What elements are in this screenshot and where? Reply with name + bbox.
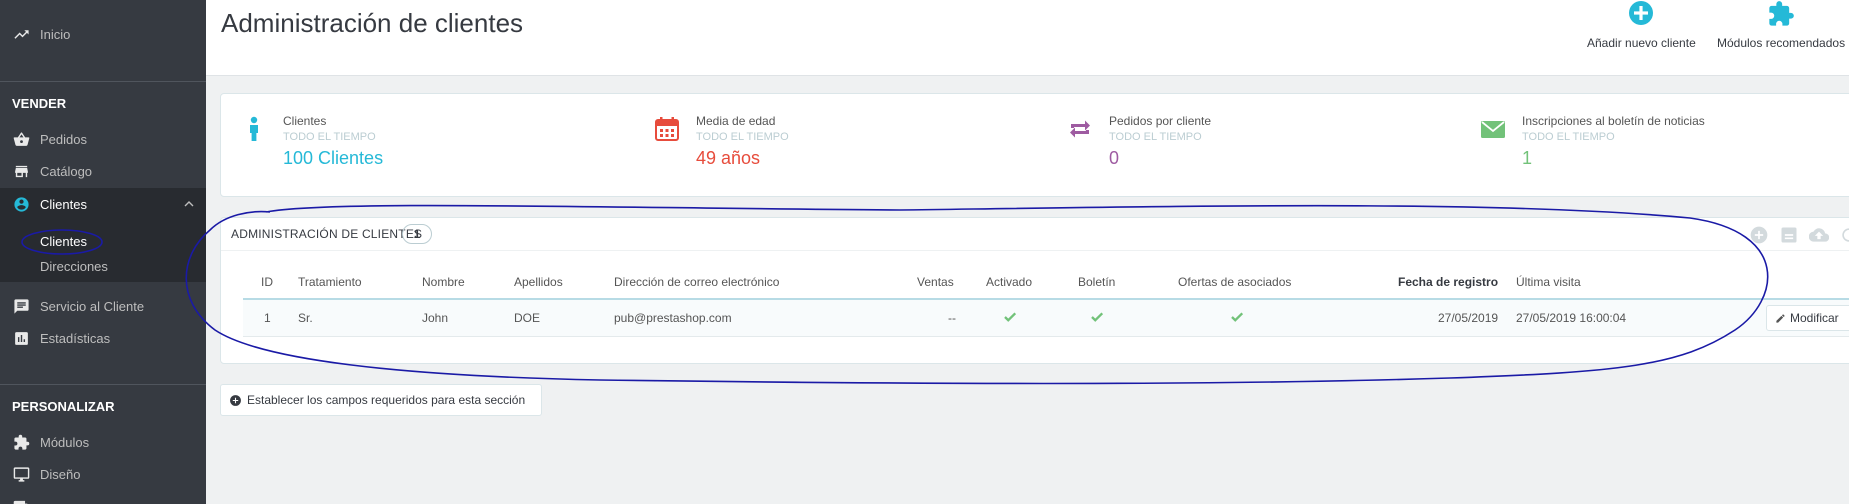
sidebar-item-estadisticas[interactable]: Estadísticas [0,322,206,354]
count-badge: 1 [402,224,432,244]
kpi-period: TODO EL TIEMPO [1522,131,1615,143]
column-header-active[interactable]: Activado [986,275,1032,289]
sidebar-submenu-clientes: Clientes Direcciones [0,220,206,282]
refresh-icon[interactable] [1839,225,1849,245]
kpi-title: Inscripciones al boletín de noticias [1522,114,1705,128]
sidebar-item-label: Estadísticas [40,330,111,346]
kpi-value: 1 [1522,148,1533,168]
kpi-value: 100 Clientes [283,148,384,168]
cell-sales: -- [948,311,956,325]
newsletter-check-icon[interactable] [1090,310,1104,324]
kpi-title: Media de edad [696,114,776,128]
sidebar-divider [0,81,206,82]
sidebar-item-label: Clientes [40,196,87,212]
plus-circle-icon [1629,1,1654,25]
add-customer-label: Añadir nuevo cliente [1587,36,1696,50]
kpi-period: TODO EL TIEMPO [696,131,789,143]
column-header-newsletter[interactable]: Boletín [1078,275,1115,289]
list-header: ADMINISTRACIÓN DE CLIENTES 1 [221,218,1849,251]
set-required-fields-button[interactable]: Establecer los campos requeridos para es… [220,384,542,416]
column-header-social-title[interactable]: Tratamiento [298,275,362,289]
sidebar-item-catalogo[interactable]: Catálogo [0,155,206,187]
kpi-title: Clientes [283,114,327,128]
repeat-icon [1070,120,1090,138]
cell-id: 1 [264,311,271,325]
sidebar-section-vender: VENDER [12,96,67,111]
sidebar-item-label: Pedidos [40,131,87,147]
kpi-panel: Clientes TODO EL TIEMPO 100 Clientes Med… [220,93,1849,197]
column-header-lastname[interactable]: Apellidos [514,275,563,289]
recommended-modules-button[interactable]: Módulos recomendados [1717,0,1845,76]
column-header-id[interactable]: ID [261,275,273,289]
puzzle-icon [1769,1,1794,26]
column-header-date-add[interactable]: Fecha de registro [1398,275,1498,289]
edit-button[interactable]: Modificar [1766,305,1849,331]
kpi-period: TODO EL TIEMPO [1109,131,1202,143]
sidebar-item-diseno[interactable]: Diseño [0,458,206,490]
kpi-period: TODO EL TIEMPO [283,131,376,143]
list-title: ADMINISTRACIÓN DE CLIENTES [231,227,423,241]
column-header-sales[interactable]: Ventas [917,275,954,289]
person-icon [250,116,258,141]
page-title: Administración de clientes [221,8,524,38]
export-icon[interactable] [1779,225,1799,245]
pencil-icon [1776,313,1785,323]
column-header-optin[interactable]: Ofertas de asociados [1178,275,1291,289]
chevron-up-icon [184,201,194,207]
cell-lastname: DOE [514,311,541,325]
sidebar-item-label: Módulos [40,434,90,450]
sidebar-subitem-clientes[interactable]: Clientes [40,234,87,249]
sidebar-item-label: Diseño [40,466,81,482]
sidebar-item-clientes[interactable]: Clientes [0,188,206,220]
cell-date-add: 27/05/2019 [1438,311,1499,325]
sidebar-item-inicio[interactable]: Inicio [0,18,206,50]
customer-list-panel: ADMINISTRACIÓN DE CLIENTES 1 ID Tratamie… [220,217,1849,364]
sidebar-item-label: Catálogo [40,163,93,179]
column-header-email[interactable]: Dirección de correo electrónico [614,275,779,289]
sidebar-item-modulos[interactable]: Módulos [0,426,206,458]
cell-social-title: Sr. [298,311,313,325]
sidebar: Inicio VENDER Pedidos Catálogo Clientes … [0,0,206,504]
sidebar-subitem-direcciones[interactable]: Direcciones [40,259,108,274]
add-icon[interactable] [1749,225,1769,245]
active-check-icon[interactable] [1003,310,1017,324]
sidebar-section-personalizar: PERSONALIZAR [12,399,115,414]
sidebar-item-partial[interactable] [0,490,206,504]
sidebar-item-label: Inicio [40,26,71,42]
list-toolbar [1749,225,1849,245]
basket-icon [12,130,30,148]
cell-last-visit: 27/05/2019 16:00:04 [1516,311,1627,325]
bar-chart-icon [12,329,30,347]
kpi-value: 0 [1109,148,1120,168]
cell-firstname: John [422,311,449,325]
kpi-value: 49 años [696,148,761,168]
sidebar-item-servicio[interactable]: Servicio al Cliente [0,290,206,322]
column-header-last-visit[interactable]: Última visita [1516,275,1581,289]
plus-circle-icon [230,394,241,406]
kpi-title: Pedidos por cliente [1109,114,1212,128]
recommended-modules-label: Módulos recomendados [1717,36,1846,50]
puzzle-icon [12,433,30,451]
calendar-icon [655,117,679,141]
chat-icon [12,297,30,315]
sidebar-divider [0,384,206,385]
cell-email: pub@prestashop.com [614,311,732,325]
edit-button-label: Modificar [1790,311,1839,325]
add-customer-button[interactable]: Añadir nuevo cliente [1587,0,1696,76]
monitor-icon [12,465,30,483]
sidebar-item-label: Servicio al Cliente [40,298,145,314]
column-header-firstname[interactable]: Nombre [422,275,465,289]
optin-check-icon[interactable] [1230,310,1244,324]
set-required-fields-label: Establecer los campos requeridos para es… [247,393,526,407]
sidebar-item-pedidos[interactable]: Pedidos [0,123,206,155]
cloud-upload-icon[interactable] [1809,225,1829,245]
account-circle-icon [12,195,30,213]
store-icon [12,162,30,180]
trending-up-icon [12,25,30,43]
envelope-icon [1481,121,1505,138]
truck-icon [12,497,30,504]
collapse-icon[interactable] [170,0,186,6]
page-header: Administración de clientes Añadir nuevo … [206,0,1849,76]
